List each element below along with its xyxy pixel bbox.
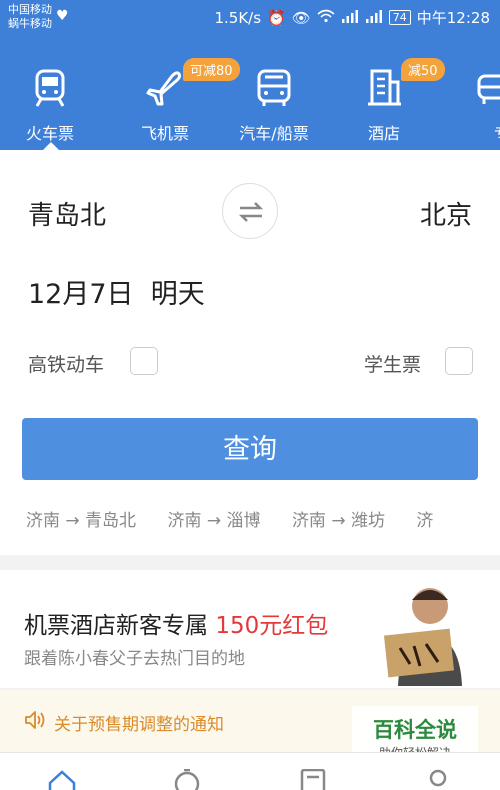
nav-label-flight: 飞机票: [140, 124, 189, 143]
nav-item-train[interactable]: 火车票: [0, 34, 100, 150]
nav-label-train: 火车票: [25, 124, 74, 143]
swap-stations-button[interactable]: [222, 183, 278, 239]
history-item[interactable]: 济南 → 淄博: [167, 511, 260, 530]
nav-label-car: 专车: [460, 120, 500, 144]
speaker-icon: [25, 711, 45, 729]
nav-item-bus[interactable]: 汽车/船票: [224, 34, 324, 150]
history-item[interactable]: 济南 → 青岛北: [26, 511, 136, 530]
student-ticket-label: 学生票: [364, 354, 422, 376]
hotel-icon: [368, 69, 401, 106]
high-speed-label: 高铁动车: [28, 354, 105, 376]
departure-date[interactable]: 12月7日 明天: [28, 272, 205, 311]
swap-icon: [238, 202, 264, 222]
search-history: 济南 → 青岛北 济南 → 淄博 济南 → 潍坊 济: [26, 506, 500, 530]
nav-label-hotel: 酒店: [367, 124, 400, 143]
nav-item-car[interactable]: 专车: [440, 34, 500, 150]
nav-item-hotel[interactable]: 酒店: [334, 34, 434, 150]
carrier-secondary: 蜗牛移动: [8, 17, 52, 30]
car-icon: [477, 74, 500, 104]
history-item[interactable]: 济: [416, 511, 433, 530]
signal-icon: [341, 9, 359, 27]
timer-icon[interactable]: [172, 769, 202, 790]
nav-label-bus: 汽车/船票: [239, 124, 309, 143]
train-icon: [35, 69, 65, 107]
active-indicator: [42, 142, 60, 150]
history-item[interactable]: 济南 → 潍坊: [292, 511, 385, 530]
status-indicators: 1.5K/s ⏰ 👁 74 中午12:28: [214, 7, 490, 28]
high-speed-checkbox[interactable]: [130, 347, 158, 375]
network-speed: 1.5K/s: [214, 8, 262, 27]
wifi-icon: [317, 9, 335, 27]
student-ticket-checkbox[interactable]: [445, 347, 473, 375]
profile-icon[interactable]: [423, 769, 453, 790]
bus-icon: [257, 69, 291, 106]
train-search-card: 青岛北 北京 12月7日 明天 高铁动车 学生票 查询 济南 → 青岛北 济南 …: [0, 150, 500, 555]
category-nav: 火车票 飞机票 可减80 汽车/船票 酒店 减50: [0, 34, 500, 150]
watermark-main: 百科全说: [373, 718, 457, 742]
arrival-station[interactable]: 北京: [420, 195, 472, 232]
health-icon: ♥: [56, 8, 69, 24]
hotel-discount-badge: 减50: [401, 58, 445, 81]
promo-title: 机票酒店新客专属 150元红包: [24, 606, 328, 640]
clock: 中午12:28: [416, 9, 490, 27]
eye-icon: 👁: [291, 8, 311, 27]
home-icon[interactable]: [47, 769, 77, 790]
carrier-info: 中国移动 蜗牛移动: [8, 3, 52, 31]
promo-person-image: [383, 588, 462, 686]
promo-banner[interactable]: 机票酒店新客专属 150元红包 跟着陈小春父子去热门目的地: [0, 570, 500, 688]
promo-highlight: 150元红包: [215, 613, 329, 639]
notice-text: 关于预售期调整的通知: [54, 715, 224, 735]
battery-indicator: 74: [388, 10, 411, 25]
status-bar: 中国移动 蜗牛移动 ♥ 1.5K/s ⏰ 👁 74 中午12:28: [0, 0, 500, 34]
date-value: 12月7日: [28, 279, 134, 310]
plane-icon: [146, 71, 182, 106]
orders-icon[interactable]: [298, 769, 328, 790]
promo-subtitle: 跟着陈小春父子去热门目的地: [24, 649, 245, 669]
alarm-icon: ⏰: [267, 8, 286, 27]
departure-station[interactable]: 青岛北: [28, 195, 106, 232]
promo-title-text: 机票酒店新客专属: [24, 613, 208, 639]
signal-icon-2: [365, 9, 383, 27]
bottom-tab-bar: [0, 752, 500, 790]
nav-item-flight[interactable]: 飞机票: [115, 34, 215, 150]
query-button[interactable]: 查询: [22, 418, 478, 480]
date-relative: 明天: [150, 279, 205, 310]
carrier-primary: 中国移动: [8, 3, 52, 16]
